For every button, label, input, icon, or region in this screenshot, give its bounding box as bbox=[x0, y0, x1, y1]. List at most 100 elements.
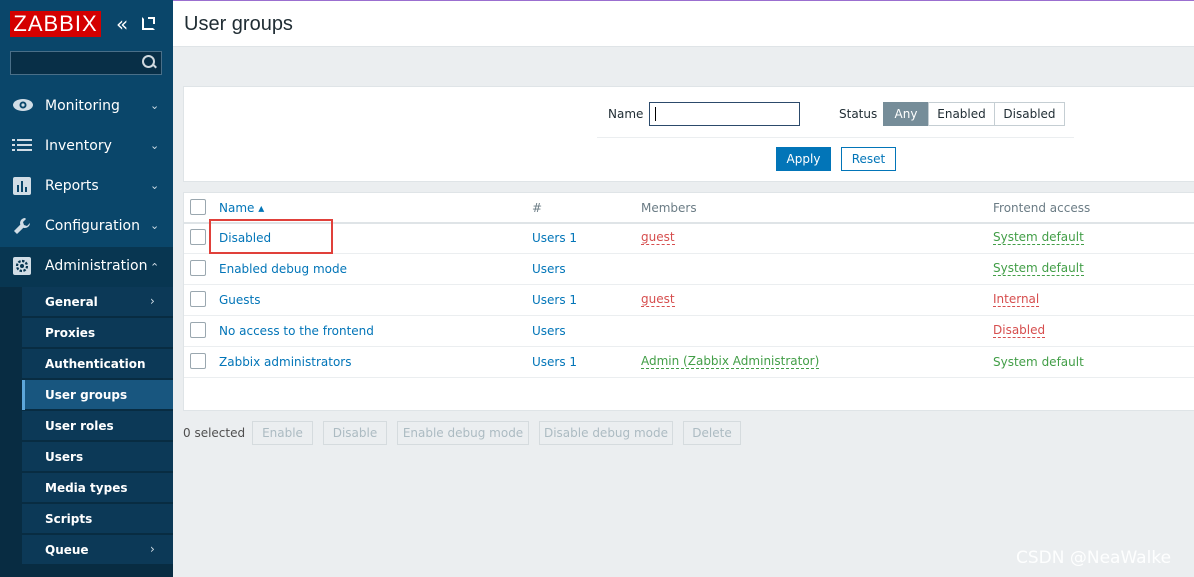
column-header-members: Members bbox=[641, 201, 697, 215]
table-row: Enabled debug mode Users System default bbox=[184, 254, 1194, 285]
users-link[interactable]: Users 1 bbox=[532, 293, 577, 307]
menu-label: Inventory bbox=[45, 138, 112, 154]
administration-submenu: General › Proxies Authentication User gr… bbox=[0, 287, 173, 577]
table-row: Disabled Users 1 guest System default bbox=[184, 223, 1194, 254]
menu-label: Administration bbox=[45, 258, 148, 274]
column-header-frontend-access: Frontend access bbox=[993, 201, 1091, 215]
group-name-link[interactable]: Enabled debug mode bbox=[219, 262, 347, 276]
group-name-link[interactable]: No access to the frontend bbox=[219, 324, 374, 338]
selected-count: 0 selected bbox=[183, 426, 246, 440]
chevron-down-icon: ⌄ bbox=[150, 179, 160, 192]
menu-monitoring[interactable]: Monitoring ⌄ bbox=[0, 87, 173, 127]
chevron-up-icon: ⌃ bbox=[150, 261, 160, 274]
submenu-label: General bbox=[45, 295, 98, 309]
chevron-right-icon: › bbox=[150, 294, 155, 308]
frontend-access-link[interactable]: System default bbox=[993, 262, 1084, 276]
submenu-label: User groups bbox=[45, 388, 128, 402]
submenu-item-media-types[interactable]: Media types bbox=[22, 473, 173, 503]
sidebar-search-input[interactable] bbox=[10, 51, 162, 75]
filter-panel: Name Status Any Enabled Disabled Apply R… bbox=[183, 86, 1194, 182]
row-checkbox[interactable] bbox=[190, 322, 206, 338]
search-icon[interactable] bbox=[142, 55, 156, 69]
row-checkbox[interactable] bbox=[190, 353, 206, 369]
name-filter-label: Name bbox=[608, 107, 644, 121]
menu-inventory[interactable]: Inventory ⌄ bbox=[0, 127, 173, 167]
users-link[interactable]: Users 1 bbox=[532, 231, 577, 245]
disable-button[interactable]: Disable bbox=[323, 421, 387, 445]
submenu-item-scripts[interactable]: Scripts bbox=[22, 504, 173, 534]
select-all-checkbox[interactable] bbox=[190, 199, 206, 215]
name-filter-input[interactable] bbox=[649, 102, 800, 126]
collapse-sidebar-icon[interactable]: « bbox=[116, 14, 134, 34]
sidebar: ZABBIX « Monitoring ⌄ Inventory ⌄ Report… bbox=[0, 0, 173, 577]
submenu-item-users[interactable]: Users bbox=[22, 442, 173, 472]
submenu-label: Authentication bbox=[45, 357, 146, 371]
users-link[interactable]: Users 1 bbox=[532, 355, 577, 369]
list-icon bbox=[12, 137, 32, 157]
status-filter-label: Status bbox=[839, 107, 878, 121]
menu-label: Configuration bbox=[45, 218, 140, 234]
users-link[interactable]: Users bbox=[532, 262, 566, 276]
users-link[interactable]: Users bbox=[532, 324, 566, 338]
menu-administration[interactable]: Administration ⌃ bbox=[0, 247, 173, 287]
submenu-item-user-roles[interactable]: User roles bbox=[22, 411, 173, 441]
gear-icon bbox=[12, 257, 32, 277]
menu-configuration[interactable]: Configuration ⌄ bbox=[0, 207, 173, 247]
zabbix-logo[interactable]: ZABBIX bbox=[10, 11, 101, 37]
submenu-item-queue[interactable]: Queue › bbox=[22, 535, 173, 565]
user-groups-table: Name ▴ # Members Frontend access Disable… bbox=[183, 192, 1194, 411]
group-name-link[interactable]: Guests bbox=[219, 293, 261, 307]
group-name-link[interactable]: Zabbix administrators bbox=[219, 355, 351, 369]
page-header: User groups bbox=[173, 1, 1194, 47]
row-checkbox[interactable] bbox=[190, 229, 206, 245]
highlight-annotation-box bbox=[209, 219, 333, 254]
column-header-name[interactable]: Name ▴ bbox=[219, 201, 264, 215]
chevron-down-icon: ⌄ bbox=[150, 139, 160, 152]
submenu-item-proxies[interactable]: Proxies bbox=[22, 318, 173, 348]
frontend-access-link[interactable]: Internal bbox=[993, 293, 1040, 307]
submenu-label: Media types bbox=[45, 481, 128, 495]
enable-button[interactable]: Enable bbox=[252, 421, 313, 445]
filter-divider bbox=[597, 137, 1074, 138]
page-title: User groups bbox=[184, 13, 293, 35]
chevron-right-icon: › bbox=[150, 542, 155, 556]
menu-label: Reports bbox=[45, 178, 99, 194]
wrench-icon bbox=[12, 217, 32, 237]
table-row: Guests Users 1 guest Internal bbox=[184, 285, 1194, 316]
status-enabled-button[interactable]: Enabled bbox=[928, 102, 995, 126]
submenu-label: Users bbox=[45, 450, 84, 464]
status-disabled-button[interactable]: Disabled bbox=[994, 102, 1065, 126]
status-any-button[interactable]: Any bbox=[883, 102, 929, 126]
chevron-down-icon: ⌄ bbox=[150, 219, 160, 232]
submenu-item-authentication[interactable]: Authentication bbox=[22, 349, 173, 379]
row-checkbox[interactable] bbox=[190, 260, 206, 276]
kiosk-mode-icon[interactable] bbox=[142, 17, 155, 30]
delete-button[interactable]: Delete bbox=[683, 421, 741, 445]
bar-chart-icon bbox=[12, 177, 32, 197]
row-checkbox[interactable] bbox=[190, 291, 206, 307]
submenu-label: User roles bbox=[45, 419, 114, 433]
submenu-label: Queue bbox=[45, 543, 89, 557]
submenu-item-user-groups[interactable]: User groups bbox=[22, 380, 173, 410]
watermark-text: CSDN @NeaWalke bbox=[1016, 548, 1172, 568]
chevron-down-icon: ⌄ bbox=[150, 99, 160, 112]
member-link[interactable]: Admin (Zabbix Administrator) bbox=[641, 355, 820, 369]
eye-icon bbox=[12, 97, 33, 117]
menu-reports[interactable]: Reports ⌄ bbox=[0, 167, 173, 207]
menu-label: Monitoring bbox=[45, 98, 120, 114]
reset-button[interactable]: Reset bbox=[841, 147, 896, 171]
member-link[interactable]: guest bbox=[641, 293, 675, 307]
frontend-access-link[interactable]: Disabled bbox=[993, 324, 1046, 338]
frontend-access-value: System default bbox=[993, 355, 1084, 369]
submenu-item-general[interactable]: General › bbox=[22, 287, 173, 317]
submenu-label: Proxies bbox=[45, 326, 96, 340]
frontend-access-link[interactable]: System default bbox=[993, 231, 1084, 245]
table-row: No access to the frontend Users Disabled bbox=[184, 316, 1194, 347]
column-header-count: # bbox=[532, 201, 543, 215]
enable-debug-mode-button[interactable]: Enable debug mode bbox=[397, 421, 529, 445]
submenu-label: Scripts bbox=[45, 512, 93, 526]
member-link[interactable]: guest bbox=[641, 231, 675, 245]
disable-debug-mode-button[interactable]: Disable debug mode bbox=[539, 421, 673, 445]
table-row: Zabbix administrators Users 1 Admin (Zab… bbox=[184, 347, 1194, 378]
apply-button[interactable]: Apply bbox=[776, 147, 831, 171]
